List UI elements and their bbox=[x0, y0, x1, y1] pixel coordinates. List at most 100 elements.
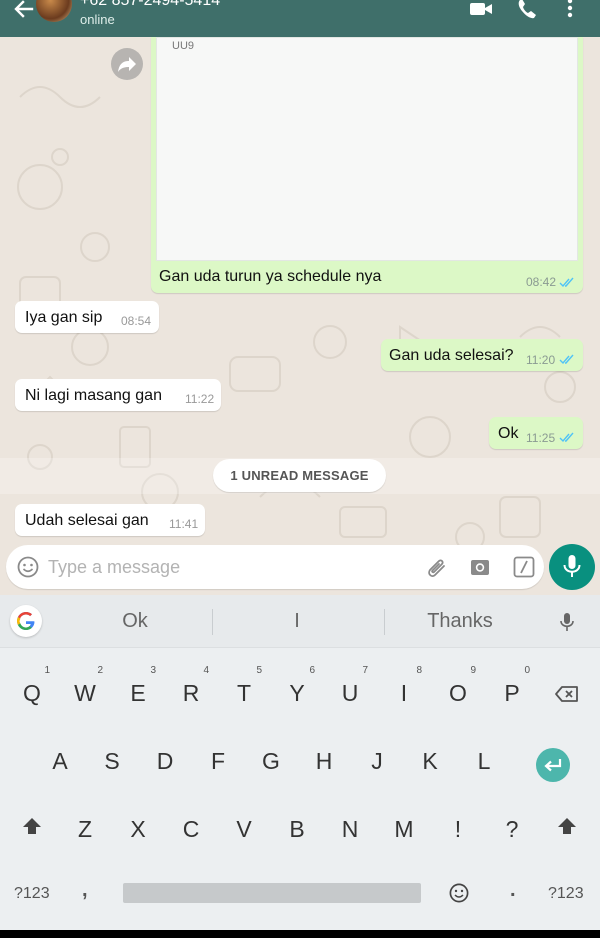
key-v[interactable]: V bbox=[224, 816, 264, 843]
key-s[interactable]: S bbox=[92, 748, 132, 775]
message-time: 08:42 bbox=[526, 275, 557, 289]
key-t[interactable]: 5T bbox=[224, 665, 264, 707]
mic-icon bbox=[563, 555, 581, 577]
message-time: 11:25 bbox=[526, 431, 556, 445]
keyboard-mic-icon[interactable] bbox=[559, 612, 575, 632]
period-key[interactable]: . bbox=[510, 879, 516, 902]
key-k[interactable]: K bbox=[410, 748, 450, 775]
unread-divider: 1 UNREAD MESSAGE bbox=[0, 458, 600, 494]
key-question[interactable]: ? bbox=[492, 816, 532, 843]
symbols-key[interactable]: ?123 bbox=[14, 885, 50, 903]
message-time: 11:22 bbox=[185, 392, 215, 406]
key-n[interactable]: N bbox=[330, 816, 370, 843]
key-hint: 8 bbox=[416, 665, 422, 676]
key-q[interactable]: 1Q bbox=[12, 665, 52, 707]
outgoing-image-message[interactable]: UU9 Gan uda turun ya schedule nya 08:42 bbox=[151, 37, 583, 293]
camera-icon[interactable] bbox=[470, 557, 490, 577]
key-x[interactable]: X bbox=[118, 816, 158, 843]
key-hint: 1 bbox=[44, 665, 50, 676]
shift-icon[interactable] bbox=[557, 817, 577, 835]
enter-icon bbox=[544, 759, 562, 772]
key-p[interactable]: 0P bbox=[492, 665, 532, 707]
chat-area[interactable]: UU9 Gan uda turun ya schedule nya 08:42 … bbox=[0, 37, 600, 595]
key-exclamation[interactable]: ! bbox=[438, 816, 478, 843]
suggestion-1[interactable]: Ok bbox=[85, 610, 185, 633]
key-j[interactable]: J bbox=[357, 748, 397, 775]
suggestion-divider bbox=[384, 609, 385, 635]
google-icon[interactable] bbox=[10, 605, 42, 637]
chat-header: +62 857-2494-5414 online bbox=[0, 0, 600, 37]
message-text: Ok bbox=[498, 425, 519, 442]
key-hint: 5 bbox=[256, 665, 262, 676]
key-y[interactable]: 6Y bbox=[277, 665, 317, 707]
key-e[interactable]: 3E bbox=[118, 665, 158, 707]
contact-name[interactable]: +62 857-2494-5414 bbox=[80, 0, 220, 10]
phone-icon[interactable] bbox=[515, 0, 539, 20]
key-m[interactable]: M bbox=[384, 816, 424, 843]
key-c[interactable]: C bbox=[171, 816, 211, 843]
read-ticks-icon bbox=[559, 354, 574, 365]
forward-button[interactable] bbox=[111, 48, 143, 80]
key-hint: 9 bbox=[470, 665, 476, 676]
key-l[interactable]: L bbox=[464, 748, 504, 775]
suggestion-2[interactable]: I bbox=[247, 610, 347, 633]
key-r[interactable]: 4R bbox=[171, 665, 211, 707]
key-label: U bbox=[341, 680, 359, 706]
shift-icon[interactable] bbox=[22, 817, 42, 835]
key-f[interactable]: F bbox=[198, 748, 238, 775]
message-text: Iya gan sip bbox=[25, 309, 103, 326]
outgoing-message[interactable]: Ok 11:25 bbox=[489, 417, 583, 449]
back-arrow-icon[interactable] bbox=[10, 0, 36, 22]
emoji-icon[interactable] bbox=[17, 556, 39, 578]
comma-key[interactable]: , bbox=[82, 879, 88, 902]
key-w[interactable]: 2W bbox=[65, 665, 105, 707]
key-z[interactable]: Z bbox=[65, 816, 105, 843]
incoming-message[interactable]: Ni lagi masang gan 11:22 bbox=[15, 379, 221, 411]
contact-status: online bbox=[80, 12, 115, 27]
key-label: E bbox=[130, 680, 146, 706]
avatar[interactable] bbox=[36, 0, 72, 22]
key-g[interactable]: G bbox=[251, 748, 291, 775]
key-u[interactable]: 7U bbox=[330, 665, 370, 707]
gif-icon[interactable] bbox=[513, 556, 535, 578]
voice-record-button[interactable] bbox=[549, 544, 595, 590]
key-i[interactable]: 8I bbox=[384, 665, 424, 707]
key-label: R bbox=[182, 680, 200, 706]
message-input[interactable] bbox=[48, 555, 408, 579]
key-label: T bbox=[236, 680, 252, 706]
unread-label: 1 UNREAD MESSAGE bbox=[230, 468, 369, 483]
unread-badge: 1 UNREAD MESSAGE bbox=[213, 459, 386, 492]
message-text: Gan uda turun ya schedule nya bbox=[159, 268, 382, 285]
message-time: 11:20 bbox=[526, 353, 556, 367]
key-a[interactable]: A bbox=[40, 748, 80, 775]
enter-key[interactable] bbox=[536, 748, 570, 782]
emoji-key-icon[interactable] bbox=[449, 883, 469, 903]
image-preview[interactable]: UU9 bbox=[156, 37, 578, 261]
image-text: UU9 bbox=[172, 40, 195, 52]
key-hint: 4 bbox=[203, 665, 209, 676]
key-d[interactable]: D bbox=[145, 748, 185, 775]
outgoing-message[interactable]: Gan uda selesai? 11:20 bbox=[381, 339, 583, 371]
space-bar[interactable] bbox=[123, 883, 421, 903]
key-hint: 0 bbox=[524, 665, 530, 676]
suggestion-3[interactable]: Thanks bbox=[410, 610, 510, 633]
key-hint: 7 bbox=[362, 665, 368, 676]
key-h[interactable]: H bbox=[304, 748, 344, 775]
key-label: P bbox=[504, 680, 520, 706]
key-label: O bbox=[449, 680, 467, 706]
more-vert-icon[interactable] bbox=[562, 0, 578, 20]
message-text: Udah selesai gan bbox=[25, 512, 149, 529]
attach-icon[interactable] bbox=[424, 556, 448, 578]
symbols-key-right[interactable]: ?123 bbox=[548, 885, 584, 903]
incoming-message[interactable]: Udah selesai gan 11:41 bbox=[15, 504, 205, 536]
message-text: Gan uda selesai? bbox=[389, 347, 514, 364]
backspace-icon[interactable] bbox=[554, 685, 580, 703]
key-o[interactable]: 9O bbox=[438, 665, 478, 707]
soft-keyboard: Ok I Thanks 1Q 2W 3E 4R 5T 6Y 7U 8I 9O 0… bbox=[0, 595, 600, 930]
navigation-bar bbox=[0, 930, 600, 938]
key-b[interactable]: B bbox=[277, 816, 317, 843]
key-hint: 2 bbox=[97, 665, 103, 676]
video-call-icon[interactable] bbox=[469, 0, 493, 20]
message-text: Ni lagi masang gan bbox=[25, 387, 162, 404]
incoming-message[interactable]: Iya gan sip 08:54 bbox=[15, 301, 159, 333]
